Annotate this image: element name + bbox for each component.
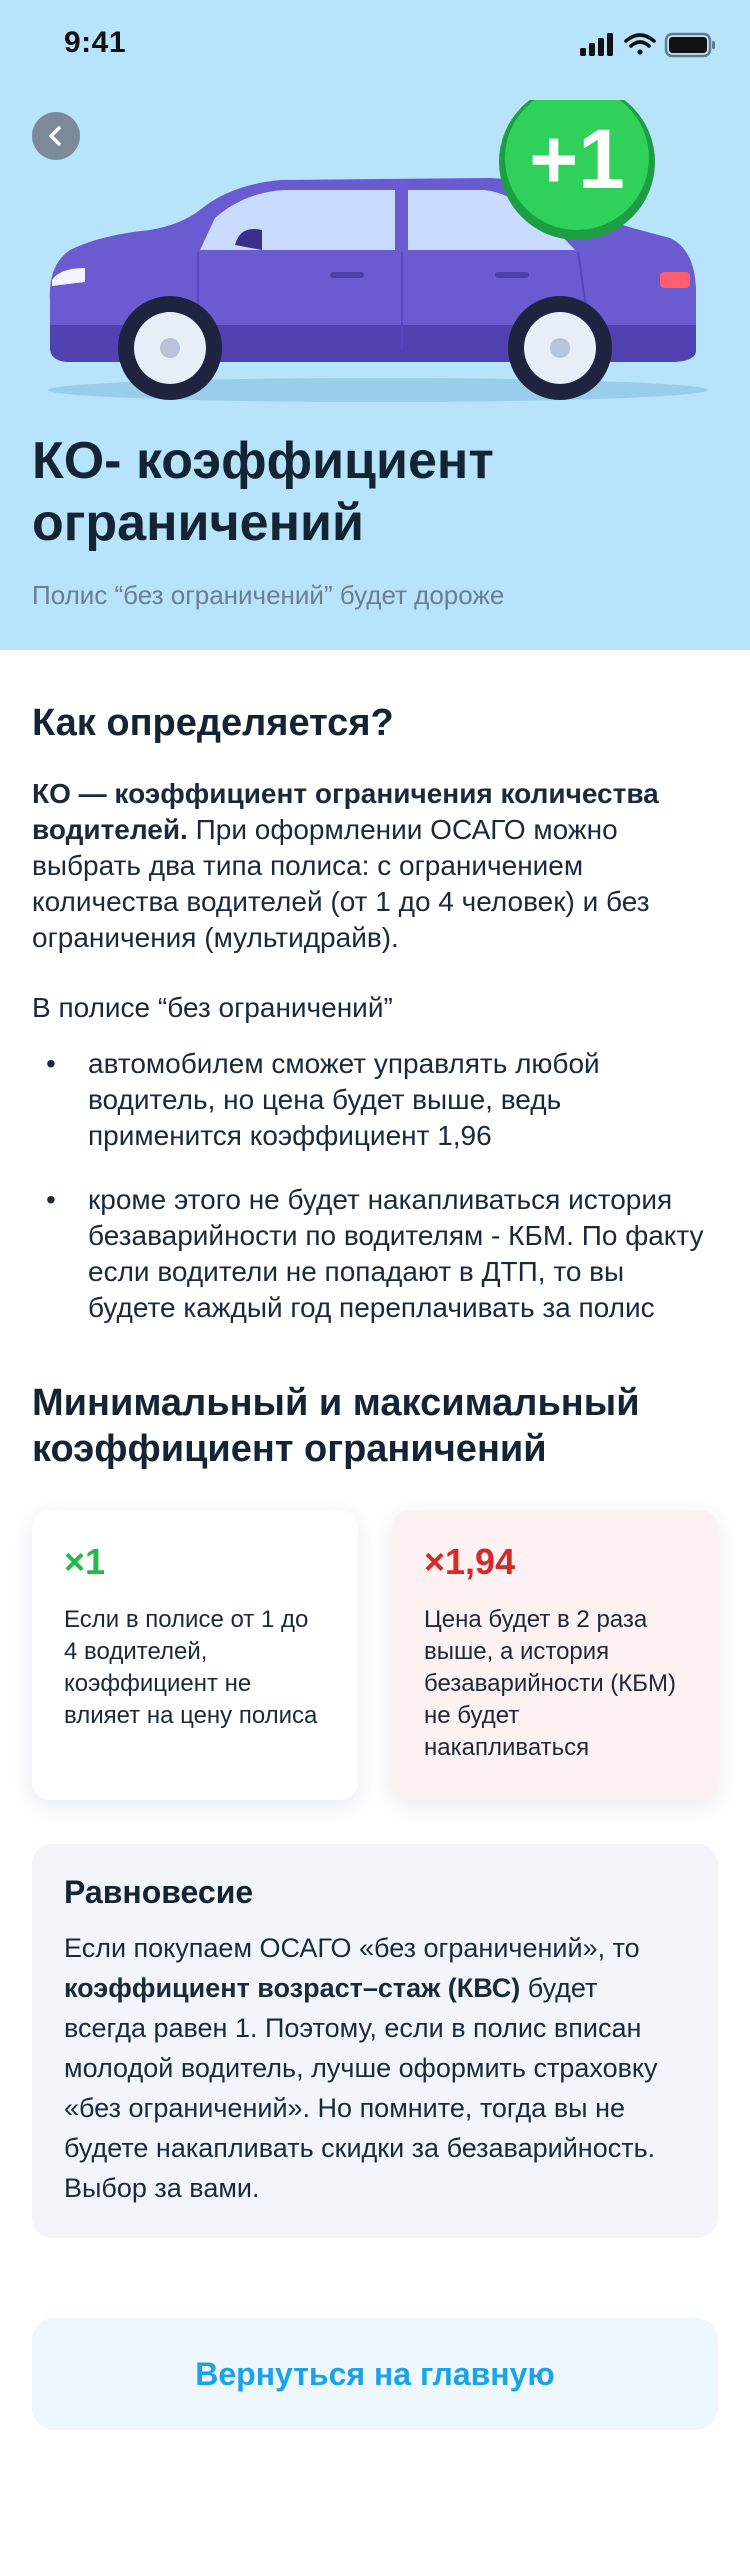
coefficient-cards: ×1 Если в полисе от 1 до 4 водителей, ко… (32, 1510, 718, 1800)
intro-paragraph: КО — коэффициент ограничения количества … (32, 776, 718, 956)
min-coefficient-text: Если в полисе от 1 до 4 водителей, коэфф… (64, 1606, 318, 1729)
main-content: Как определяется? КО — коэффициент огран… (32, 650, 718, 2430)
max-coefficient-value: ×1,94 (424, 1541, 516, 1582)
back-button[interactable] (32, 112, 80, 160)
badge-text: +1 (529, 112, 625, 206)
car-illustration: +1 (48, 100, 708, 402)
chevron-left-icon (49, 126, 61, 146)
list-item: кроме этого не будет накапливаться истор… (32, 1182, 718, 1326)
page-subtitle: Полис “без ограничений” будет дороже (32, 580, 505, 610)
status-time: 9:41 (64, 26, 127, 59)
info-text-part1: Если покупаем ОСАГО «без ограничений», т… (64, 1933, 640, 1963)
info-text-part2: будет всегда равен 1. Поэтому, если в по… (64, 1973, 658, 2203)
hero-section: 9:41 +1 КО- коэффициент ограничений Поли… (0, 0, 750, 650)
max-coefficient-text: Цена будет в 2 раза выше, а история беза… (424, 1606, 677, 1761)
signal-icon (580, 33, 613, 56)
list-item: автомобилем сможет управлять любой водит… (32, 1046, 718, 1154)
section-title-min-max: Минимальный и максимальный коэффициент о… (32, 1382, 640, 1470)
policy-label: В полисе “без ограничений” (32, 992, 393, 1023)
status-icons (580, 32, 715, 58)
front-wheel (118, 296, 222, 400)
wifi-icon (624, 33, 656, 55)
back-to-home-button[interactable]: Вернуться на главную (32, 2318, 718, 2430)
min-coefficient-value: ×1 (64, 1541, 106, 1582)
info-text-bold: коэффициент возраст–стаж (КВС) (64, 1973, 521, 2003)
policy-bullets: автомобилем сможет управлять любой водит… (32, 1046, 718, 1326)
rear-wheel (508, 296, 612, 400)
status-bar: 9:41 (0, 0, 750, 90)
balance-info-box: Равновесие Если покупаем ОСАГО «без огра… (32, 1844, 718, 2238)
battery-icon (664, 32, 715, 58)
page-title: КО- коэффициент ограничений (32, 432, 494, 552)
max-coefficient-card: ×1,94 Цена будет в 2 раза выше, а истори… (392, 1510, 718, 1800)
min-coefficient-card: ×1 Если в полисе от 1 до 4 водителей, ко… (32, 1510, 358, 1800)
section-title-how: Как определяется? (32, 702, 394, 744)
info-text: Если покупаем ОСАГО «без ограничений», т… (64, 1928, 686, 2208)
info-title: Равновесие (64, 1874, 254, 1910)
